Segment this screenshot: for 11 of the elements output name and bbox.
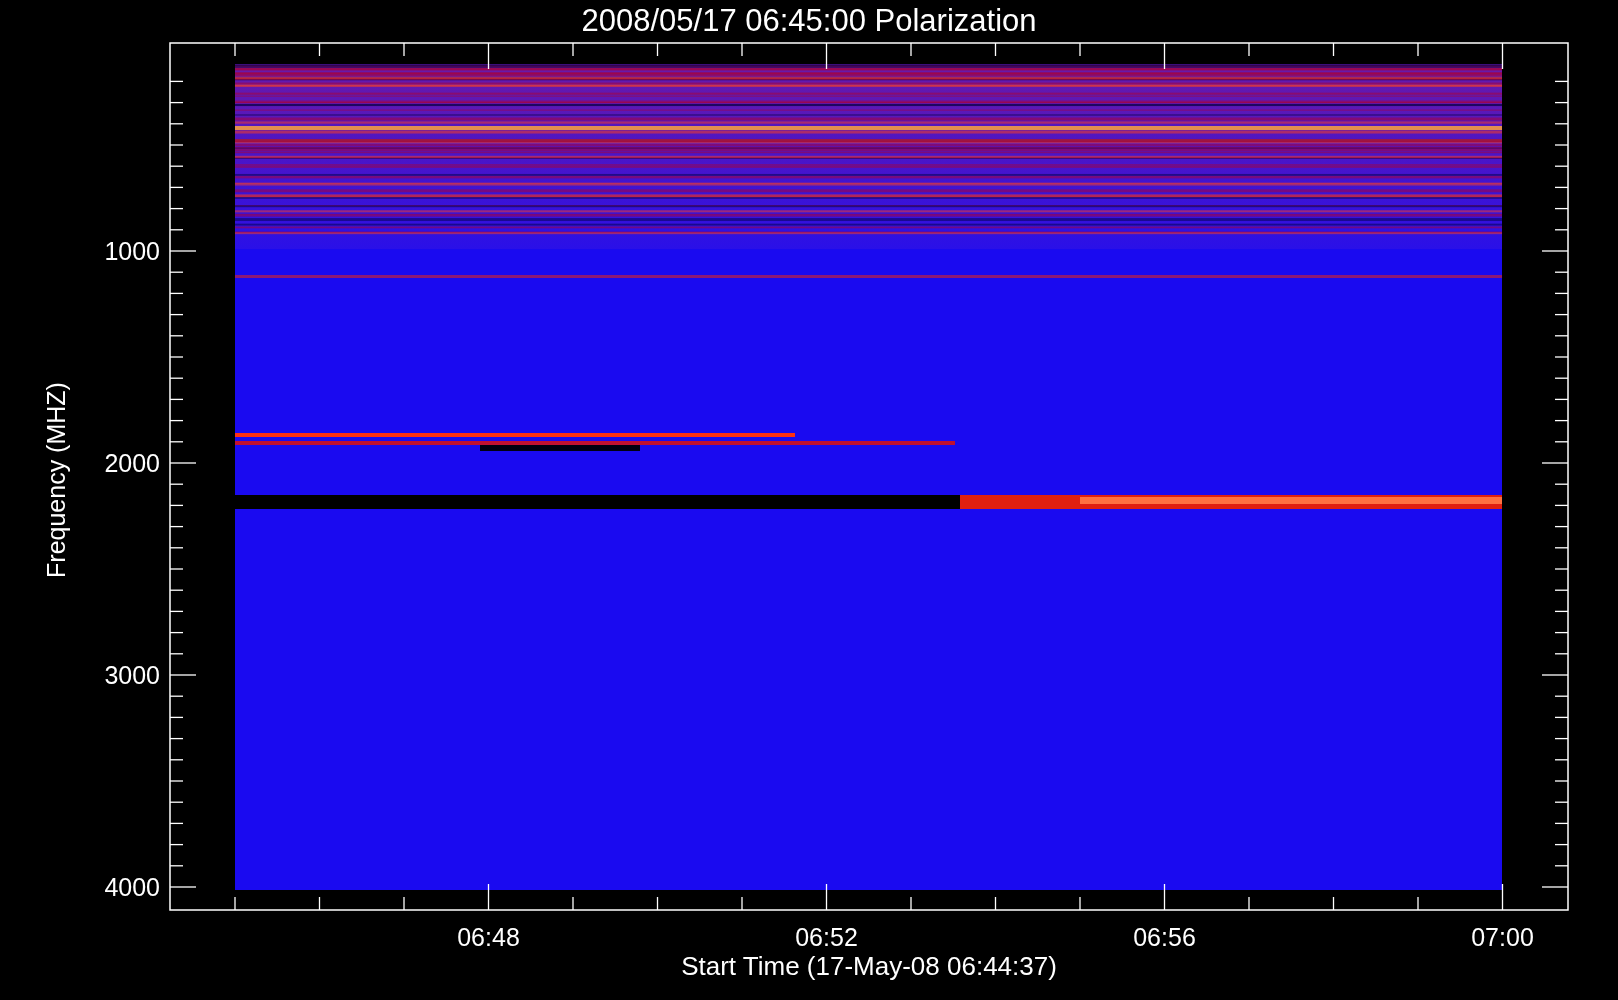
x-tick-label: 07:00 [1471, 923, 1534, 951]
y-axis-title: Frequency (MHZ) [42, 382, 70, 578]
y-tick-label: 3000 [104, 661, 160, 689]
x-tick-label: 06:52 [795, 923, 858, 951]
x-axis-title: Start Time (17-May-08 06:44:37) [681, 951, 1057, 981]
x-tick-label: 06:48 [457, 923, 520, 951]
chart-title: 2008/05/17 06:45:00 Polarization [581, 3, 1037, 38]
x-tick-label: 06:56 [1133, 923, 1196, 951]
y-tick-label: 4000 [104, 873, 160, 901]
y-tick-label: 1000 [104, 237, 160, 265]
y-tick-label: 2000 [104, 449, 160, 477]
